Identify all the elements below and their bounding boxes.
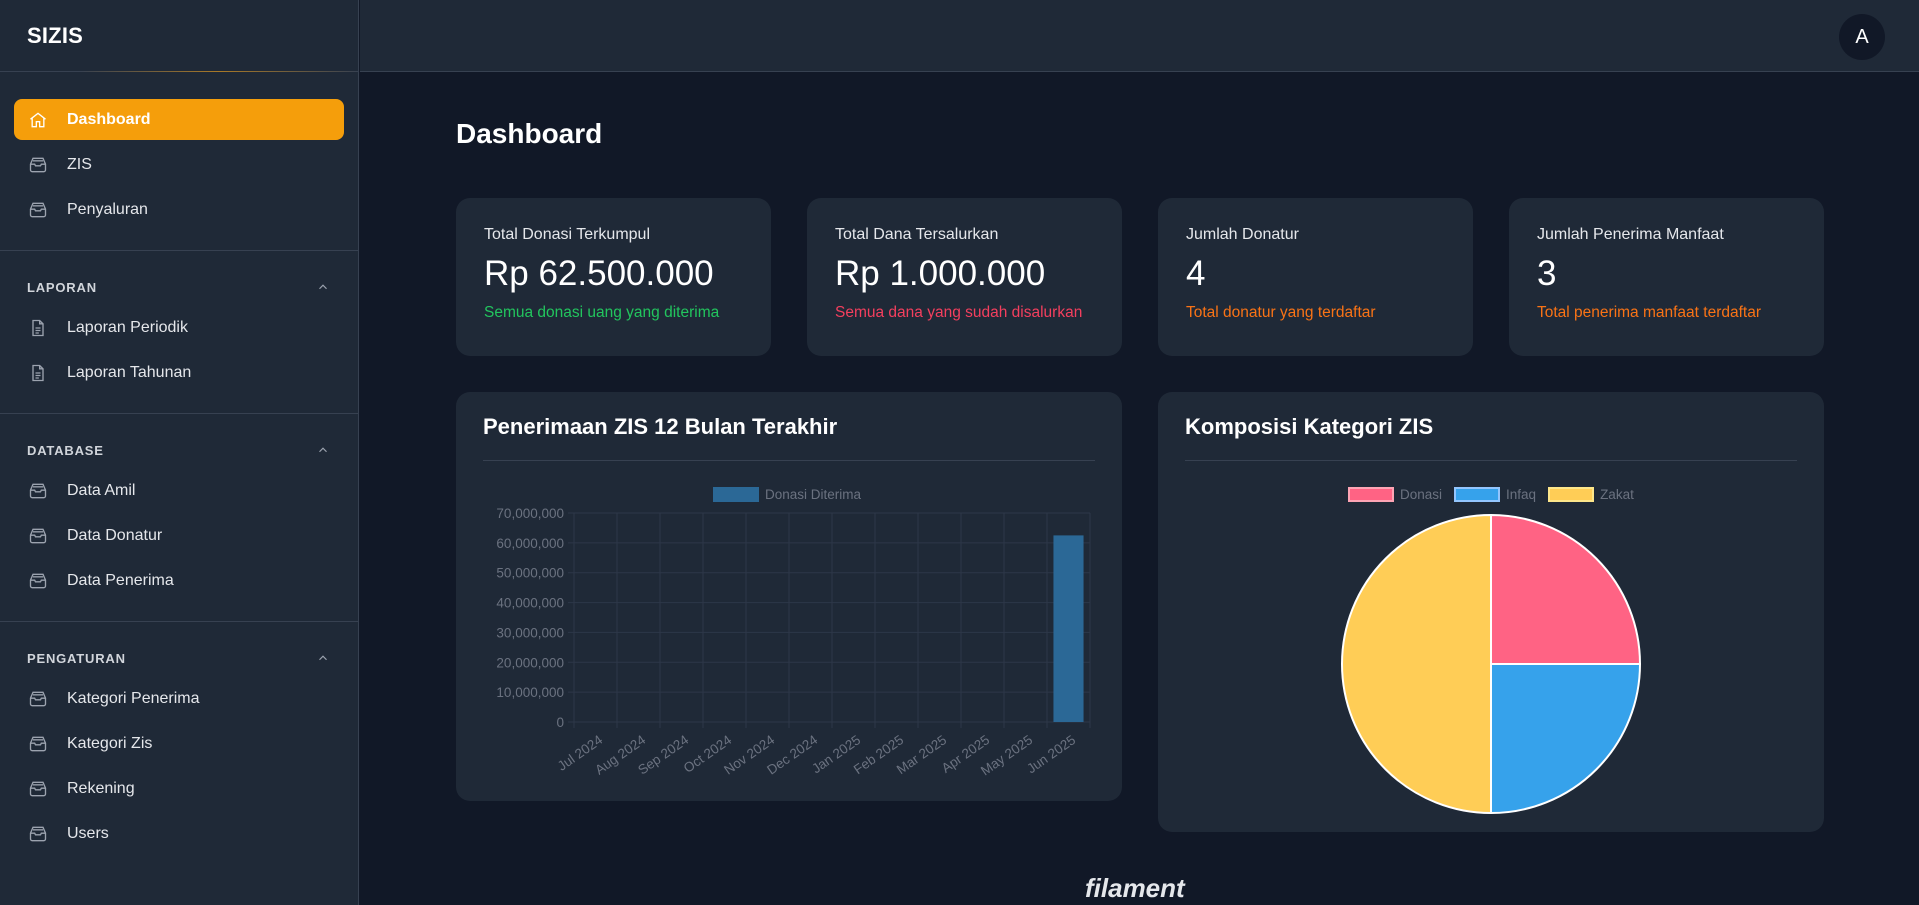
sidebar-item-data-penerima[interactable]: Data Penerima <box>14 560 344 601</box>
sidebar-item-dashboard[interactable]: Dashboard <box>14 99 344 140</box>
sidebar-item-rekening[interactable]: Rekening <box>14 768 344 809</box>
inbox-stack-icon <box>28 824 48 844</box>
sidebar: SIZIS Dashboard ZIS Penyaluran LAPORAN Lapo… <box>0 0 359 905</box>
sidebar-item-laporan-tahunan[interactable]: Laporan Tahunan <box>14 352 344 393</box>
sidebar-item-users[interactable]: Users <box>14 813 344 854</box>
y-tick-label: 60,000,000 <box>496 536 564 551</box>
inbox-stack-icon <box>28 200 48 220</box>
y-tick-label: 10,000,000 <box>496 685 564 700</box>
inbox-stack-icon <box>28 734 48 754</box>
stat-description: Total donatur yang terdaftar <box>1186 304 1376 321</box>
sidebar-group-pengaturan[interactable]: PENGATURAN <box>14 644 344 672</box>
sidebar-item-label: Laporan Tahunan <box>67 363 192 381</box>
sidebar-item-label: Data Amil <box>67 481 136 499</box>
stat-card-total-donasi-terkumpul: Total Donasi Terkumpul Rp 62.500.000 Semua… <box>456 198 771 356</box>
avatar[interactable]: A <box>1839 14 1885 60</box>
document-text-icon <box>28 363 48 383</box>
pie-slice-donasi[interactable] <box>1490 513 1642 665</box>
stat-label: Jumlah Donatur <box>1186 226 1299 243</box>
brand-logo[interactable]: SIZIS <box>27 23 83 49</box>
x-tick-label: Jun 2025 <box>1024 732 1078 776</box>
y-tick-label: 50,000,000 <box>496 566 564 581</box>
sidebar-item-label: Kategori Penerima <box>67 689 200 707</box>
stat-value: 3 <box>1537 254 1557 293</box>
sidebar-item-label: Data Penerima <box>67 571 174 589</box>
sidebar-nav: Dashboard ZIS Penyaluran LAPORAN Laporan Pe… <box>0 72 358 854</box>
inbox-stack-icon <box>28 526 48 546</box>
page-title: Dashboard <box>456 118 603 149</box>
sidebar-group-database[interactable]: DATABASE <box>14 436 344 464</box>
stat-label: Jumlah Penerima Manfaat <box>1537 226 1724 243</box>
bar-chart: 70,000,000 60,000,000 50,000,000 40,000,000… <box>496 506 1091 778</box>
y-tick-label: 40,000,000 <box>496 596 564 611</box>
sidebar-divider <box>0 250 358 251</box>
topbar: A <box>360 0 1919 72</box>
stat-card-jumlah-donatur: Jumlah Donatur 4 Total donatur yang terdaf… <box>1158 198 1473 356</box>
sidebar-item-data-donatur[interactable]: Data Donatur <box>14 515 344 556</box>
pie-chart-card: Komposisi Kategori ZIS Donasi Infaq Zaka… <box>1158 392 1824 832</box>
inbox-stack-icon <box>28 779 48 799</box>
sidebar-item-kategori-zis[interactable]: Kategori Zis <box>14 723 344 764</box>
inbox-stack-icon <box>28 571 48 591</box>
sidebar-item-laporan-periodik[interactable]: Laporan Periodik <box>14 307 344 348</box>
sidebar-header: SIZIS <box>0 0 358 72</box>
chevron-up-icon[interactable] <box>316 280 330 294</box>
stat-value: 4 <box>1186 254 1206 293</box>
stat-label: Total Donasi Terkumpul <box>484 226 651 243</box>
stat-description: Semua donasi uang yang diterima <box>484 304 720 321</box>
sidebar-item-label: Rekening <box>67 779 135 797</box>
stat-label: Total Dana Tersalurkan <box>835 226 999 243</box>
pie-chart <box>1341 513 1642 815</box>
bar-chart-card: Penerimaan ZIS 12 Bulan Terakhir Donasi … <box>456 392 1122 801</box>
sidebar-item-label: Laporan Periodik <box>67 318 188 336</box>
sidebar-divider <box>0 413 358 414</box>
bar-jun-2025 <box>1053 535 1084 722</box>
inbox-stack-icon <box>28 689 48 709</box>
inbox-stack-icon <box>28 155 48 175</box>
stat-card-jumlah-penerima-manfaat: Jumlah Penerima Manfaat 3 Total penerima m… <box>1509 198 1824 356</box>
document-text-icon <box>28 318 48 338</box>
pie-slice-zakat[interactable] <box>1341 513 1492 815</box>
stat-value: Rp 1.000.000 <box>835 254 1046 293</box>
stat-value: Rp 62.500.000 <box>484 254 714 293</box>
sidebar-item-label: Penyaluran <box>67 200 148 218</box>
chevron-up-icon[interactable] <box>316 443 330 457</box>
sidebar-group-label: PENGATURAN <box>27 650 126 666</box>
sidebar-item-data-amil[interactable]: Data Amil <box>14 470 344 511</box>
sidebar-item-label: Data Donatur <box>67 526 163 544</box>
sidebar-item-label: ZIS <box>67 155 92 173</box>
sidebar-group-label: DATABASE <box>27 442 104 458</box>
stat-card-total-dana-tersalurkan: Total Dana Tersalurkan Rp 1.000.000 Semua … <box>807 198 1122 356</box>
y-tick-label: 20,000,000 <box>496 655 564 670</box>
sidebar-item-zis[interactable]: ZIS <box>14 144 344 185</box>
sidebar-group-label: LAPORAN <box>27 279 97 295</box>
stat-description: Total penerima manfaat terdaftar <box>1537 304 1762 321</box>
sidebar-item-label: Kategori Zis <box>67 734 153 752</box>
y-tick-label: 0 <box>556 715 564 730</box>
sidebar-item-label: Users <box>67 824 109 842</box>
sidebar-item-kategori-penerima[interactable]: Kategori Penerima <box>14 678 344 719</box>
inbox-stack-icon <box>28 481 48 501</box>
sidebar-group-laporan[interactable]: LAPORAN <box>14 273 344 301</box>
sidebar-item-penyaluran[interactable]: Penyaluran <box>14 189 344 230</box>
chevron-up-icon[interactable] <box>316 651 330 665</box>
sidebar-item-label: Dashboard <box>67 110 151 128</box>
home-icon <box>28 110 48 130</box>
pie-slice-infaq[interactable] <box>1490 663 1642 815</box>
stat-description: Semua dana yang sudah disalurkan <box>835 304 1083 321</box>
y-tick-label: 70,000,000 <box>496 506 564 521</box>
footer-logo[interactable]: filament <box>1085 873 1185 904</box>
y-tick-label: 30,000,000 <box>496 625 564 640</box>
sidebar-divider <box>0 621 358 622</box>
